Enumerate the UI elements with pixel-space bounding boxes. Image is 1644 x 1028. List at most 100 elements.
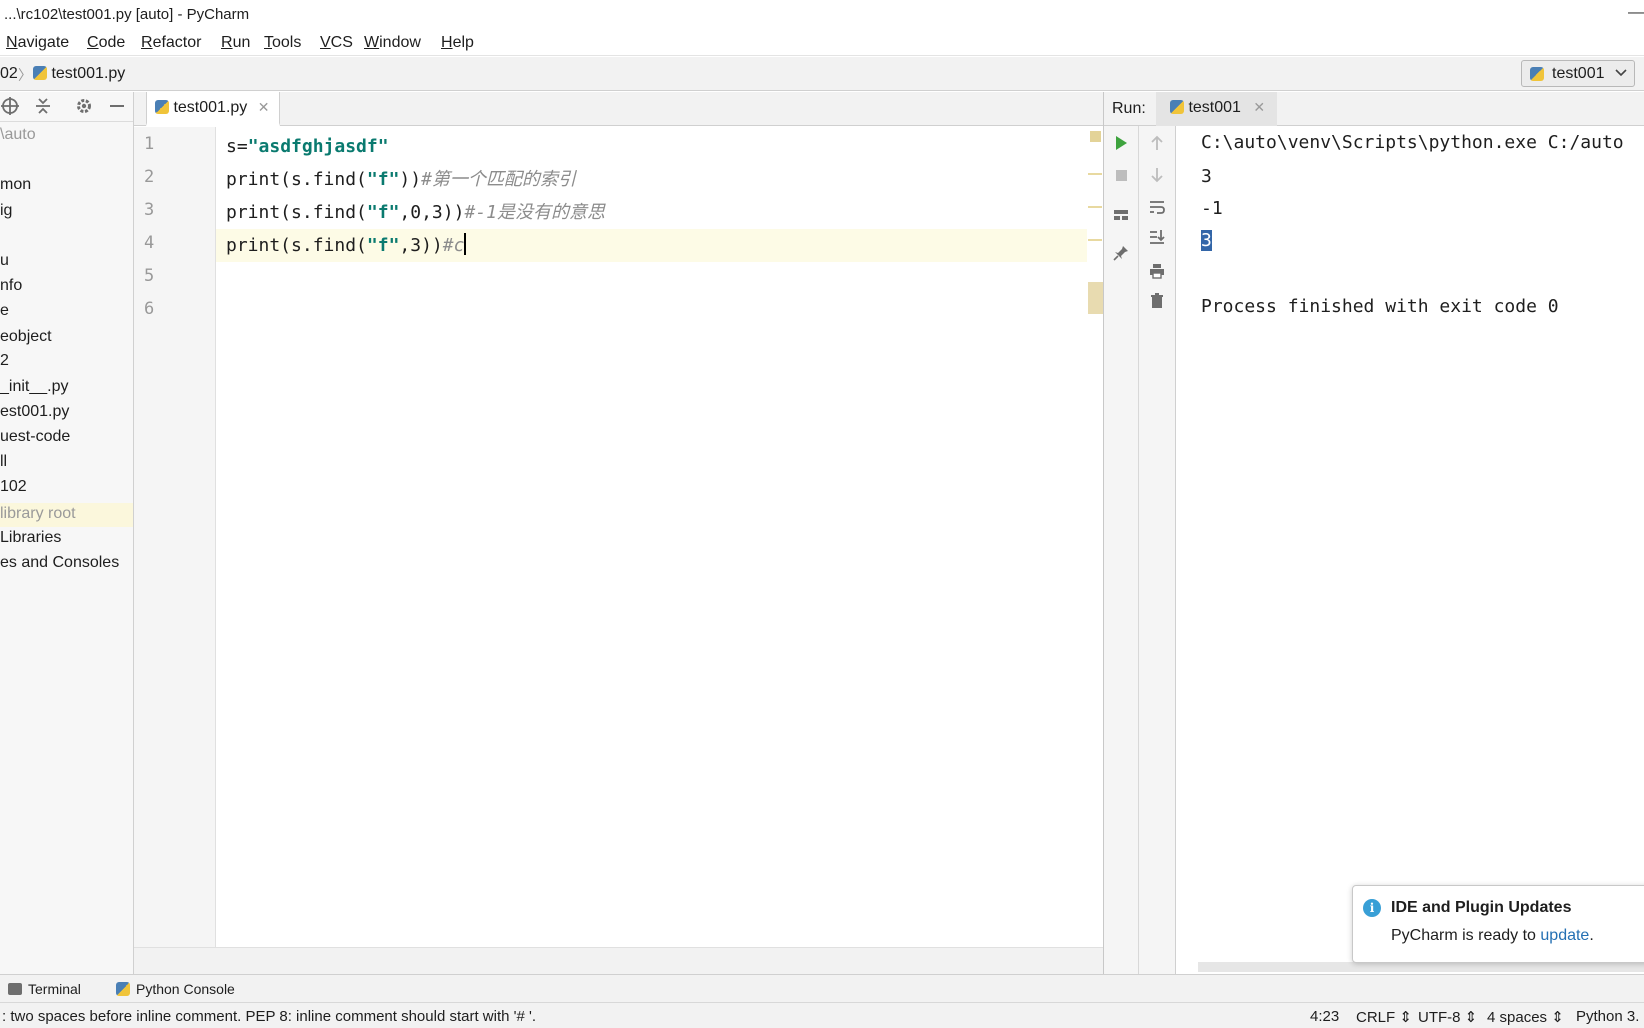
python-file-icon: [155, 100, 169, 114]
stop-icon[interactable]: [1109, 166, 1133, 189]
print-icon[interactable]: [1145, 262, 1169, 285]
line-number: 4: [144, 233, 155, 253]
info-icon: i: [1363, 899, 1381, 917]
scroll-to-end-icon[interactable]: [1145, 228, 1169, 251]
text-caret: [464, 233, 467, 255]
project-panel: \auto mon ig u nfo e eobject 2 _init__.p…: [0, 92, 134, 974]
target-icon[interactable]: [0, 96, 20, 122]
tree-item[interactable]: _init__.py: [0, 378, 69, 402]
line-number: 1: [144, 134, 155, 154]
menu-vcs[interactable]: VCS: [320, 34, 353, 52]
encoding-selector[interactable]: UTF-8 ⇕: [1418, 1008, 1477, 1026]
line-separator-selector[interactable]: CRLF ⇕: [1356, 1008, 1412, 1026]
navigation-bar: 02 〉 test001.py test001: [0, 57, 1644, 91]
warning-marker[interactable]: [1088, 206, 1102, 208]
close-icon[interactable]: ✕: [1253, 99, 1265, 115]
tab-test001[interactable]: test001.py ✕: [146, 92, 281, 126]
tree-item[interactable]: nfo: [0, 277, 22, 301]
pin-icon[interactable]: [1109, 244, 1133, 267]
soft-wrap-icon[interactable]: [1145, 198, 1169, 221]
python-file-icon: [33, 66, 47, 80]
close-icon[interactable]: ✕: [258, 99, 270, 115]
run-console-output[interactable]: C:\auto\venv\Scripts\python.exe C:/auto …: [1177, 126, 1644, 926]
menu-window[interactable]: Window: [364, 34, 421, 52]
title-bar: ...\rc102\test001.py [auto] - PyCharm —: [0, 0, 1644, 30]
notification-body: PyCharm is ready to update.: [1391, 927, 1594, 944]
trash-icon[interactable]: [1145, 292, 1169, 315]
inspection-status-indicator[interactable]: [1090, 131, 1101, 142]
selected-text: 3: [1201, 230, 1212, 251]
status-bar: : two spaces before inline comment. PEP …: [0, 1002, 1644, 1028]
menu-code[interactable]: Code: [87, 34, 125, 52]
code-line: print(s.find("f"))#第一个匹配的索引: [226, 169, 576, 190]
run-toolbar: [1104, 126, 1176, 974]
line-number-gutter: 1 2 3 4 5 6: [134, 127, 216, 974]
menu-navigate[interactable]: Navigate: [6, 34, 69, 52]
play-icon[interactable]: [1109, 134, 1133, 157]
tree-item[interactable]: u: [0, 252, 9, 276]
tree-item[interactable]: uest-code: [0, 428, 70, 452]
project-toolbar: [0, 92, 133, 122]
indent-selector[interactable]: 4 spaces ⇕: [1487, 1008, 1564, 1026]
update-link[interactable]: update: [1540, 927, 1589, 944]
tree-item[interactable]: ll: [0, 453, 7, 477]
run-configuration-dropdown[interactable]: test001: [1521, 60, 1635, 87]
interpreter-selector[interactable]: Python 3.: [1576, 1008, 1639, 1025]
caret-position[interactable]: 4:23: [1310, 1008, 1339, 1025]
menu-run[interactable]: Run: [221, 34, 250, 52]
menu-refactor[interactable]: Refactor: [141, 34, 201, 52]
arrow-down-icon[interactable]: [1145, 166, 1169, 189]
line-number: 3: [144, 200, 155, 220]
run-header: Run: test001 ✕: [1104, 92, 1644, 126]
tree-item-library-root[interactable]: library root: [0, 503, 133, 527]
menu-help[interactable]: Help: [441, 34, 474, 52]
console-horizontal-scrollbar[interactable]: [1198, 962, 1644, 972]
arrow-up-icon[interactable]: [1145, 134, 1169, 157]
python-console-icon: [116, 982, 130, 996]
tree-item-external-libraries[interactable]: Libraries: [0, 529, 61, 553]
code-editor[interactable]: s="asdfghjasdf" print(s.find("f"))#第一个匹配…: [216, 127, 1087, 947]
console-line: 3: [1201, 230, 1212, 251]
terminal-button[interactable]: Terminal: [8, 981, 81, 997]
tree-item-scratches-consoles[interactable]: es and Consoles: [0, 554, 119, 578]
menu-tools[interactable]: Tools: [264, 34, 301, 52]
console-line: 3: [1201, 166, 1212, 187]
line-number: 6: [144, 299, 155, 319]
bottom-tool-bar: Terminal Python Console: [0, 974, 1644, 1002]
warning-marker[interactable]: [1088, 173, 1102, 175]
window-title: ...\rc102\test001.py [auto] - PyCharm: [4, 6, 250, 23]
tree-item[interactable]: 102: [0, 478, 27, 502]
minimize-icon[interactable]: [108, 96, 126, 122]
window-minimize-button[interactable]: —: [1604, 4, 1644, 24]
warning-marker[interactable]: [1088, 239, 1102, 241]
run-label: Run:: [1112, 100, 1146, 117]
run-tool-window: Run: test001 ✕ C:\auto\venv\Scripts\pyth…: [1103, 92, 1644, 974]
breadcrumb-folder[interactable]: 02: [0, 65, 18, 83]
tree-item[interactable]: ig: [0, 202, 12, 226]
collapse-icon[interactable]: [34, 96, 52, 122]
tree-item[interactable]: eobject: [0, 328, 52, 352]
code-line: print(s.find("f",0,3))#-1是没有的意思: [226, 202, 605, 223]
python-file-icon: [1530, 67, 1544, 81]
gear-icon[interactable]: [74, 96, 94, 122]
tab-run-test001[interactable]: test001 ✕: [1156, 92, 1278, 126]
status-message: : two spaces before inline comment. PEP …: [2, 1008, 537, 1025]
python-file-icon: [1170, 100, 1184, 114]
tree-item[interactable]: e: [0, 302, 9, 326]
tree-item[interactable]: est001.py: [0, 403, 69, 427]
console-line: C:\auto\venv\Scripts\python.exe C:/auto: [1201, 132, 1624, 153]
editor-tab-bar: test001.py ✕: [134, 92, 1103, 126]
breadcrumb-separator: 〉: [18, 67, 32, 83]
tree-item-root[interactable]: \auto: [0, 126, 36, 150]
layout-icon[interactable]: [1109, 206, 1133, 229]
tree-item[interactable]: mon: [0, 176, 31, 200]
breadcrumb-file[interactable]: test001.py: [33, 65, 125, 83]
tree-item[interactable]: 2: [0, 352, 9, 376]
editor-horizontal-scrollbar[interactable]: [134, 947, 1103, 974]
menu-bar: Navigate Code Refactor Run Tools VCS Win…: [0, 30, 1644, 56]
editor-scroll-thumb[interactable]: [1088, 282, 1103, 314]
update-notification: i IDE and Plugin Updates PyCharm is read…: [1352, 885, 1644, 963]
line-number: 2: [144, 167, 155, 187]
error-stripe[interactable]: [1087, 127, 1103, 947]
python-console-button[interactable]: Python Console: [116, 981, 235, 997]
